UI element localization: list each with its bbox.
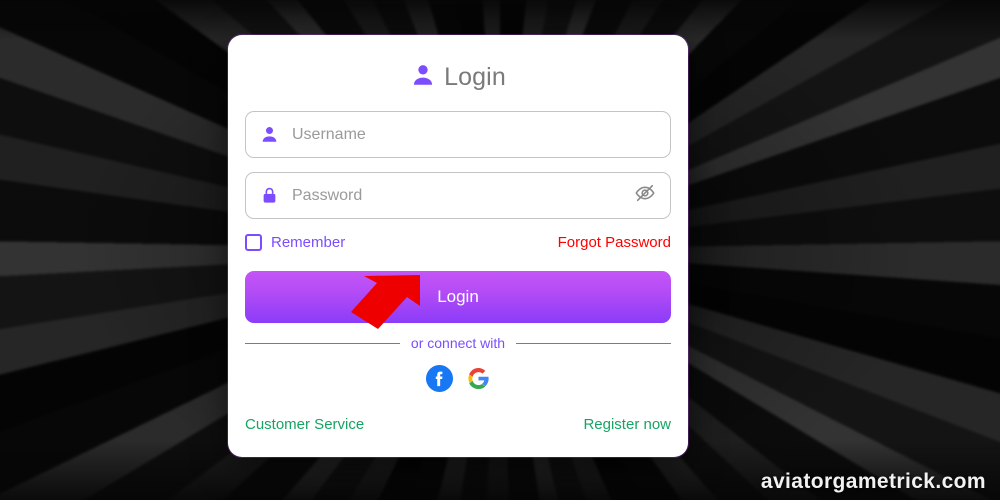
remember-label: Remember xyxy=(271,233,346,251)
divider-label: or connect with xyxy=(410,335,506,351)
forgot-password-link[interactable]: Forgot Password xyxy=(558,234,671,251)
username-input[interactable]: Username xyxy=(245,111,671,158)
password-input[interactable]: Password xyxy=(245,172,671,219)
divider-line-left xyxy=(245,342,400,344)
login-button[interactable]: Login xyxy=(245,271,671,323)
facebook-icon[interactable] xyxy=(426,364,453,392)
divider-line-right xyxy=(516,342,672,344)
social-login-row xyxy=(245,362,671,394)
user-icon xyxy=(410,62,436,93)
customer-service-link[interactable]: Customer Service xyxy=(245,416,364,433)
login-card: Login Username Password Remember Forgot … xyxy=(228,35,688,457)
checkbox-box[interactable] xyxy=(245,233,262,251)
password-placeholder: Password xyxy=(292,186,363,204)
lock-icon xyxy=(260,186,279,205)
register-now-link[interactable]: Register now xyxy=(583,416,671,433)
remember-forgot-row: Remember Forgot Password xyxy=(245,231,671,253)
username-placeholder: Username xyxy=(292,125,366,143)
background-top-shade xyxy=(0,0,1000,40)
user-icon xyxy=(260,125,279,144)
google-icon[interactable] xyxy=(467,367,490,390)
watermark-text: aviatorgametrick.com xyxy=(760,470,986,493)
page-title: Login xyxy=(444,62,506,91)
card-footer-links: Customer Service Register now xyxy=(245,416,671,433)
eye-off-icon[interactable] xyxy=(634,182,656,209)
or-connect-divider: or connect with xyxy=(245,335,672,351)
remember-checkbox[interactable]: Remember xyxy=(245,233,346,251)
card-title: Login xyxy=(245,57,671,97)
